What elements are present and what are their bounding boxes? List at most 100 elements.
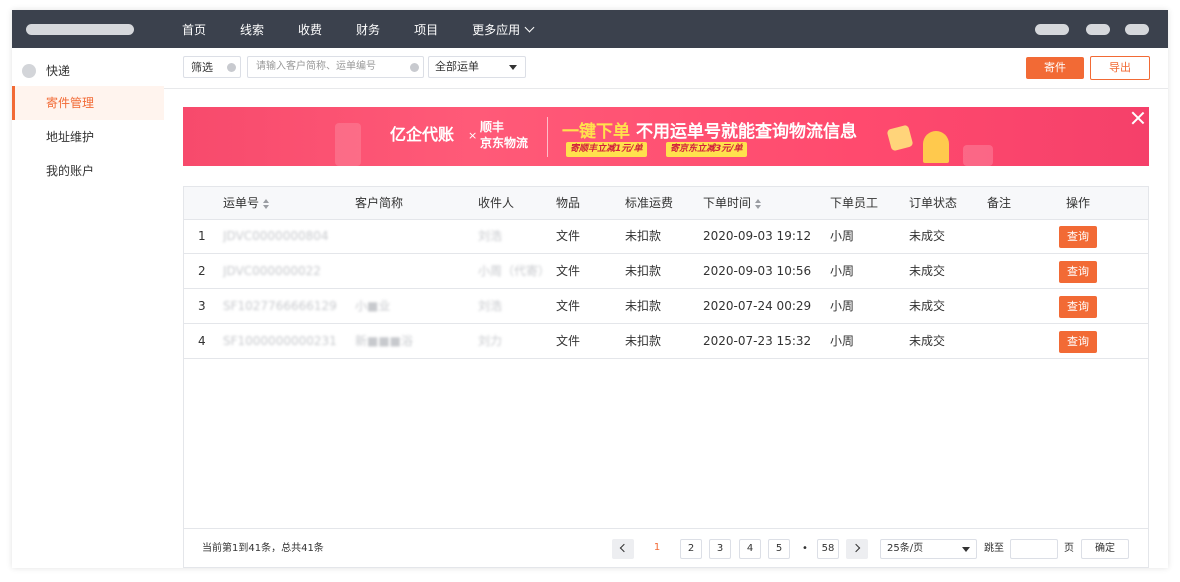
chevron-down-icon [524, 22, 535, 32]
user-menu-placeholder[interactable] [1035, 24, 1069, 35]
page-ellipsis[interactable]: • [802, 539, 808, 559]
top-action-placeholder[interactable] [1086, 24, 1110, 35]
banner-headline: 一键下单 不用运单号就能查询物流信息 [562, 117, 857, 142]
nav-finance[interactable]: 财务 [356, 21, 380, 38]
page-3[interactable]: 3 [709, 539, 731, 559]
nav-leads[interactable]: 线索 [240, 21, 264, 38]
waybill-type-select[interactable]: 全部运单 [428, 56, 526, 78]
order-status: 未成交 [909, 299, 946, 313]
filter-label: 筛选 [191, 61, 213, 74]
pagination-summary: 当前第1到41条，总共41条 [202, 543, 324, 554]
logo-placeholder [26, 24, 134, 35]
next-page-button[interactable] [846, 539, 868, 559]
nav-projects[interactable]: 项目 [414, 21, 438, 38]
col-waybill-label: 运单号 [223, 196, 260, 210]
chevron-left-icon [619, 543, 629, 553]
customer-name: 新■■■浴 [355, 334, 414, 348]
app-window: 首页 线索 收费 财务 项目 更多应用 快递 寄件管理 地址维护 我的账户 筛选… [12, 10, 1168, 568]
recipient-name: 小周（代寄）… [478, 264, 550, 278]
sidebar-section-express[interactable]: 快递 [22, 62, 70, 79]
shipping-fee: 未扣款 [625, 334, 662, 348]
main-nav: 首页 线索 收费 财务 项目 更多应用 [182, 10, 567, 48]
table-row: 1 JDVC0000000804 刘浩 文件 未扣款 2020-09-03 19… [184, 219, 1148, 254]
filter-button[interactable]: 筛选 [183, 56, 241, 78]
jump-confirm-button[interactable]: 确定 [1081, 539, 1129, 559]
col-note: 备注 [987, 196, 1012, 210]
col-status: 订单状态 [909, 196, 958, 210]
staff-name: 小周 [830, 229, 855, 243]
search-placeholder: 请输入客户简称、运单编号 [256, 61, 376, 72]
order-time: 2020-09-03 10:56 [703, 264, 812, 278]
table-header: 运单号 客户简称 收件人 物品 标准运费 下单时间 下单员工 订单状态 备注 操… [184, 187, 1148, 220]
banner-tag-sf: 寄顺丰立减1元/单 [566, 142, 647, 157]
recipient-name: 刘浩 [478, 299, 503, 313]
customer-name: 小■业 [355, 299, 391, 313]
nav-home[interactable]: 首页 [182, 21, 206, 38]
promo-banner[interactable]: 亿企代账 × 顺丰 京东物流 一键下单 不用运单号就能查询物流信息 寄顺丰立减1元… [183, 107, 1149, 166]
nav-charges[interactable]: 收费 [298, 21, 322, 38]
banner-divider [547, 117, 548, 157]
query-button[interactable]: 查询 [1059, 331, 1097, 353]
prev-page-button[interactable] [612, 539, 634, 559]
filter-icon [227, 63, 236, 72]
query-button[interactable]: 查询 [1059, 226, 1097, 248]
banner-headline-highlight: 一键下单 [562, 122, 630, 142]
main-content: 亿企代账 × 顺丰 京东物流 一键下单 不用运单号就能查询物流信息 寄顺丰立减1元… [164, 89, 1168, 568]
sort-icon[interactable] [263, 198, 270, 209]
page-last[interactable]: 58 [817, 539, 839, 559]
order-status: 未成交 [909, 264, 946, 278]
sidebar-section-label: 快递 [46, 64, 71, 78]
col-staff: 下单员工 [830, 196, 879, 210]
item-type: 文件 [556, 299, 581, 313]
col-order-time[interactable]: 下单时间 [703, 187, 762, 219]
waybill-number: JDVC000000022 [223, 264, 321, 278]
shipping-fee: 未扣款 [625, 299, 662, 313]
jump-page-input[interactable] [1010, 539, 1058, 559]
page-5[interactable]: 5 [768, 539, 790, 559]
order-time: 2020-07-23 15:32 [703, 334, 812, 348]
sort-icon[interactable] [755, 198, 762, 209]
express-icon [22, 63, 36, 78]
sidebar-item-address-maintenance[interactable]: 地址维护 [12, 120, 164, 154]
item-type: 文件 [556, 264, 581, 278]
export-button[interactable]: 导出 [1090, 56, 1150, 80]
banner-decoration [963, 145, 993, 166]
page-suffix-label: 页 [1064, 543, 1074, 554]
waybill-number: SF1000000000231 [223, 334, 337, 348]
col-action: 操作 [1066, 196, 1091, 210]
staff-name: 小周 [830, 334, 855, 348]
sidebar-item-shipment-management[interactable]: 寄件管理 [12, 86, 164, 120]
query-button[interactable]: 查询 [1059, 296, 1097, 318]
table-row: 2 JDVC000000022 小周（代寄）… 文件 未扣款 2020-09-0… [184, 254, 1148, 289]
col-recipient: 收件人 [478, 196, 515, 210]
search-input[interactable]: 请输入客户简称、运单编号 [247, 56, 424, 78]
search-clear-icon[interactable] [410, 63, 419, 72]
recipient-name: 刘力 [478, 334, 503, 348]
page-1[interactable]: 1 [646, 539, 668, 559]
order-status: 未成交 [909, 334, 946, 348]
page-size-select[interactable]: 25条/页 [880, 539, 977, 559]
table-row: 3 SF1027766666129 小■业 刘浩 文件 未扣款 2020-07-… [184, 289, 1148, 324]
send-button[interactable]: 寄件 [1026, 57, 1084, 79]
page-4[interactable]: 4 [739, 539, 761, 559]
col-waybill[interactable]: 运单号 [223, 187, 270, 219]
order-time: 2020-07-24 00:29 [703, 299, 812, 313]
close-icon[interactable] [1131, 111, 1145, 125]
banner-x-mark: × [468, 129, 478, 142]
pagination-bar: 当前第1到41条，总共41条 1 2 3 4 5 • 58 25条/页 跳至 页… [184, 528, 1148, 568]
sidebar-item-my-account[interactable]: 我的账户 [12, 154, 164, 188]
top-action-placeholder[interactable] [1125, 24, 1149, 35]
banner-decoration [335, 123, 361, 166]
banner-tag-jd: 寄京东立减3元/单 [666, 142, 747, 157]
banner-logo: 亿企代账 [390, 125, 455, 144]
page-2[interactable]: 2 [680, 539, 702, 559]
caret-down-icon [962, 547, 970, 552]
query-button[interactable]: 查询 [1059, 261, 1097, 283]
jump-label: 跳至 [984, 543, 1004, 554]
order-time: 2020-09-03 19:12 [703, 229, 812, 243]
courier-illustration [923, 131, 949, 163]
item-type: 文件 [556, 229, 581, 243]
toolbar: 筛选 请输入客户简称、运单编号 全部运单 寄件 导出 [164, 48, 1168, 89]
banner-brand-sf: 顺丰 [480, 120, 505, 134]
nav-more-apps[interactable]: 更多应用 [472, 21, 535, 38]
